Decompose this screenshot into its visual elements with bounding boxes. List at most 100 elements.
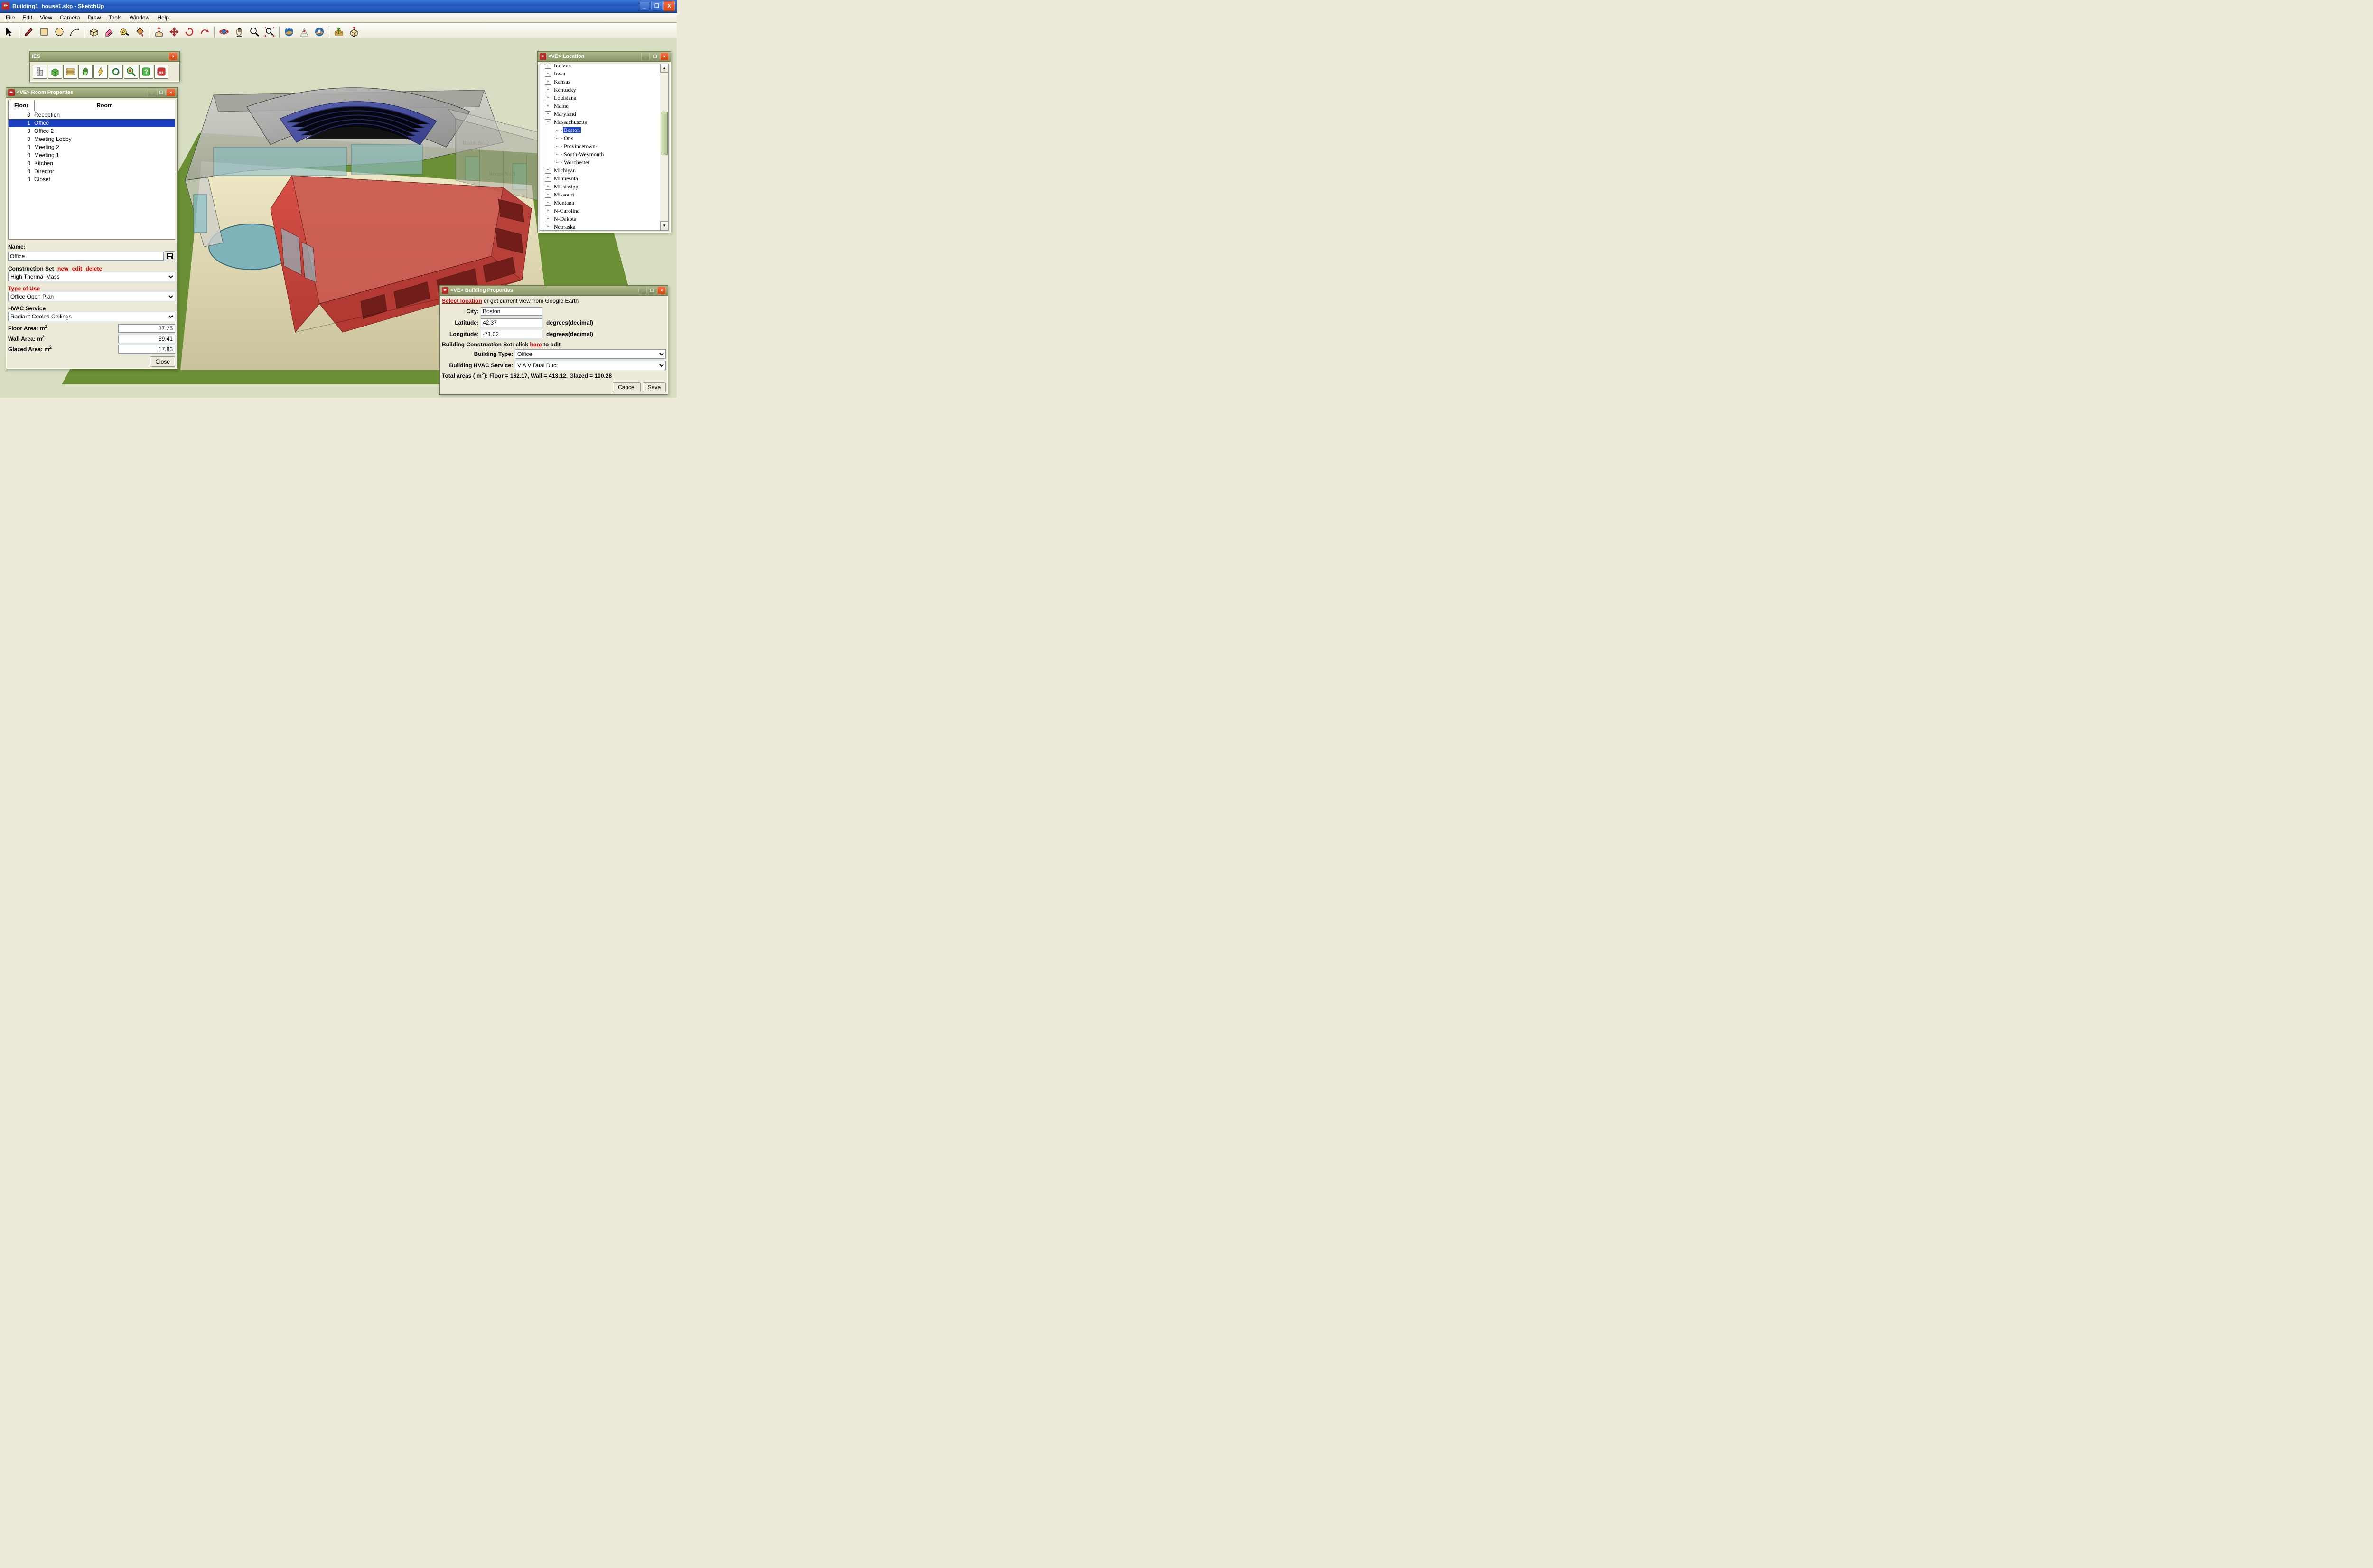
tree-expand-icon[interactable]: + (545, 71, 551, 77)
tree-expand-icon[interactable]: + (545, 208, 551, 214)
tree-state-row[interactable]: +Minnesota (545, 174, 660, 182)
tree-state-row[interactable]: +Mississippi (545, 182, 660, 190)
room-row[interactable]: 0Meeting Lobby (9, 135, 175, 143)
tree-state-label[interactable]: Kentucky (553, 86, 577, 93)
longitude-input[interactable] (481, 330, 542, 338)
ies-cube-button[interactable] (48, 65, 62, 79)
room-name-input[interactable] (8, 252, 164, 261)
room-properties-close-action-button[interactable]: Close (150, 356, 175, 367)
tree-expand-icon[interactable]: + (545, 200, 551, 206)
room-properties-maximize-button[interactable]: ❐ (157, 89, 166, 96)
room-row[interactable]: 0Office 2 (9, 127, 175, 135)
location-maximize-button[interactable]: ❐ (651, 53, 659, 60)
tree-state-row[interactable]: +Michigan (545, 166, 660, 174)
room-properties-close-button[interactable]: × (167, 89, 175, 96)
tree-state-label[interactable]: Michigan (553, 167, 577, 174)
type-of-use-select[interactable]: Office Open Plan (8, 292, 175, 301)
move-tool[interactable] (167, 25, 181, 39)
line-tool[interactable] (22, 25, 36, 39)
floor-area-value[interactable] (118, 324, 175, 333)
ies-energy-button[interactable] (93, 65, 108, 79)
scroll-up-button[interactable]: ▲ (660, 64, 669, 73)
building-properties-maximize-button[interactable]: ❐ (648, 287, 656, 294)
menu-tools[interactable]: Tools (105, 13, 126, 22)
push-pull-tool[interactable] (152, 25, 166, 39)
tree-state-label[interactable]: Missouri (553, 191, 575, 198)
location-panel[interactable]: <VE> Location _ ❐ × +Indiana+Iowa+Kansas… (537, 51, 671, 233)
construction-set-new-link[interactable]: new (57, 265, 68, 272)
tree-state-label[interactable]: Louisiana (553, 94, 577, 101)
room-name-save-button[interactable] (165, 251, 175, 261)
tree-city-label[interactable]: Worchester (563, 159, 590, 166)
building-cancel-button[interactable]: Cancel (613, 382, 641, 392)
ies-panel-titlebar[interactable]: IES × (30, 52, 179, 62)
room-row[interactable]: 0Meeting 2 (9, 143, 175, 151)
get-models-tool[interactable] (312, 25, 327, 39)
tree-expand-icon[interactable]: + (545, 87, 551, 93)
construction-set-delete-link[interactable]: delete (85, 265, 102, 272)
room-properties-minimize-button[interactable]: _ (148, 89, 156, 96)
maximize-button[interactable]: ❐ (651, 1, 663, 11)
construction-set-select[interactable]: High Thermal Mass (8, 272, 175, 281)
type-of-use-label[interactable]: Type of Use (8, 285, 40, 292)
model-view[interactable]: Room No.2 Room No.9 (0, 38, 677, 398)
make-component-tool[interactable] (87, 25, 101, 39)
tree-state-label[interactable]: Maryland (553, 111, 577, 117)
room-properties-titlebar[interactable]: <VE> Room Properties _ ❐ × (6, 88, 177, 98)
city-input[interactable] (481, 307, 542, 316)
tree-city-row[interactable]: Otis (553, 134, 660, 142)
building-properties-minimize-button[interactable]: _ (638, 287, 647, 294)
building-properties-panel[interactable]: <VE> Building Properties _ ❐ × Select lo… (439, 285, 668, 395)
circle-tool[interactable] (52, 25, 66, 39)
eraser-tool[interactable] (102, 25, 116, 39)
menu-view[interactable]: View (36, 13, 56, 22)
tree-expand-icon[interactable]: + (545, 184, 551, 190)
menu-file[interactable]: File (2, 13, 19, 22)
tree-state-row[interactable]: +N-Carolina (545, 206, 660, 215)
wall-area-value[interactable] (118, 335, 175, 343)
location-close-button[interactable]: × (660, 53, 669, 60)
room-col-floor[interactable]: Floor (9, 100, 35, 111)
tree-city-label[interactable]: Otis (563, 135, 574, 141)
room-row[interactable]: 0Meeting 1 (9, 151, 175, 159)
tree-expand-icon[interactable]: + (545, 64, 551, 69)
tree-state-row[interactable]: +N-Dakota (545, 215, 660, 223)
room-list[interactable]: 0Reception1Office0Office 20Meeting Lobby… (8, 111, 175, 240)
menu-draw[interactable]: Draw (84, 13, 105, 22)
tree-expand-icon[interactable]: + (545, 95, 551, 101)
tree-city-row[interactable]: Provincetown- (553, 142, 660, 150)
minimize-button[interactable]: _ (639, 1, 650, 11)
ies-update-button[interactable] (109, 65, 123, 79)
zoom-tool[interactable] (247, 25, 262, 39)
select-location-link[interactable]: Select location (442, 298, 482, 304)
tree-expand-icon[interactable]: + (545, 216, 551, 222)
scroll-thumb[interactable] (661, 112, 668, 155)
tree-expand-icon[interactable]: + (545, 79, 551, 85)
tree-state-label[interactable]: Kansas (553, 78, 571, 85)
tree-expand-icon[interactable]: + (545, 168, 551, 174)
tree-state-row[interactable]: +Maryland (545, 110, 660, 118)
menu-window[interactable]: Window (126, 13, 154, 22)
tree-expand-icon[interactable]: + (545, 111, 551, 117)
building-type-select[interactable]: Office (515, 349, 666, 359)
tree-city-row[interactable]: Worchester (553, 158, 660, 166)
menubar[interactable]: FileEditViewCameraDrawToolsWindowHelp (0, 13, 677, 23)
ies-panel-close-button[interactable]: × (169, 53, 178, 60)
zoom-extents-tool[interactable] (262, 25, 277, 39)
ies-toolbar-panel[interactable]: IES × (29, 51, 180, 82)
rotate-tool[interactable] (182, 25, 196, 39)
upload-component-tool[interactable] (347, 25, 361, 39)
tree-state-label[interactable]: Montana (553, 199, 575, 206)
location-tree[interactable]: +Indiana+Iowa+Kansas+Kentucky+Louisiana+… (540, 64, 669, 231)
room-properties-panel[interactable]: <VE> Room Properties _ ❐ × Floor Room 0R… (6, 87, 178, 369)
ies-select-button[interactable] (78, 65, 93, 79)
building-properties-close-button[interactable]: × (657, 287, 666, 294)
orbit-tool[interactable] (217, 25, 231, 39)
tree-city-label[interactable]: Provincetown- (563, 143, 598, 149)
glazed-area-value[interactable] (118, 345, 175, 354)
tree-city-row[interactable]: South-Weymouth (553, 150, 660, 158)
tree-state-label[interactable]: Minnesota (553, 175, 579, 182)
paint-bucket-tool[interactable] (132, 25, 147, 39)
hvac-service-select[interactable]: Radiant Cooled Ceilings (8, 312, 175, 321)
tree-state-row[interactable]: +Maine (545, 102, 660, 110)
